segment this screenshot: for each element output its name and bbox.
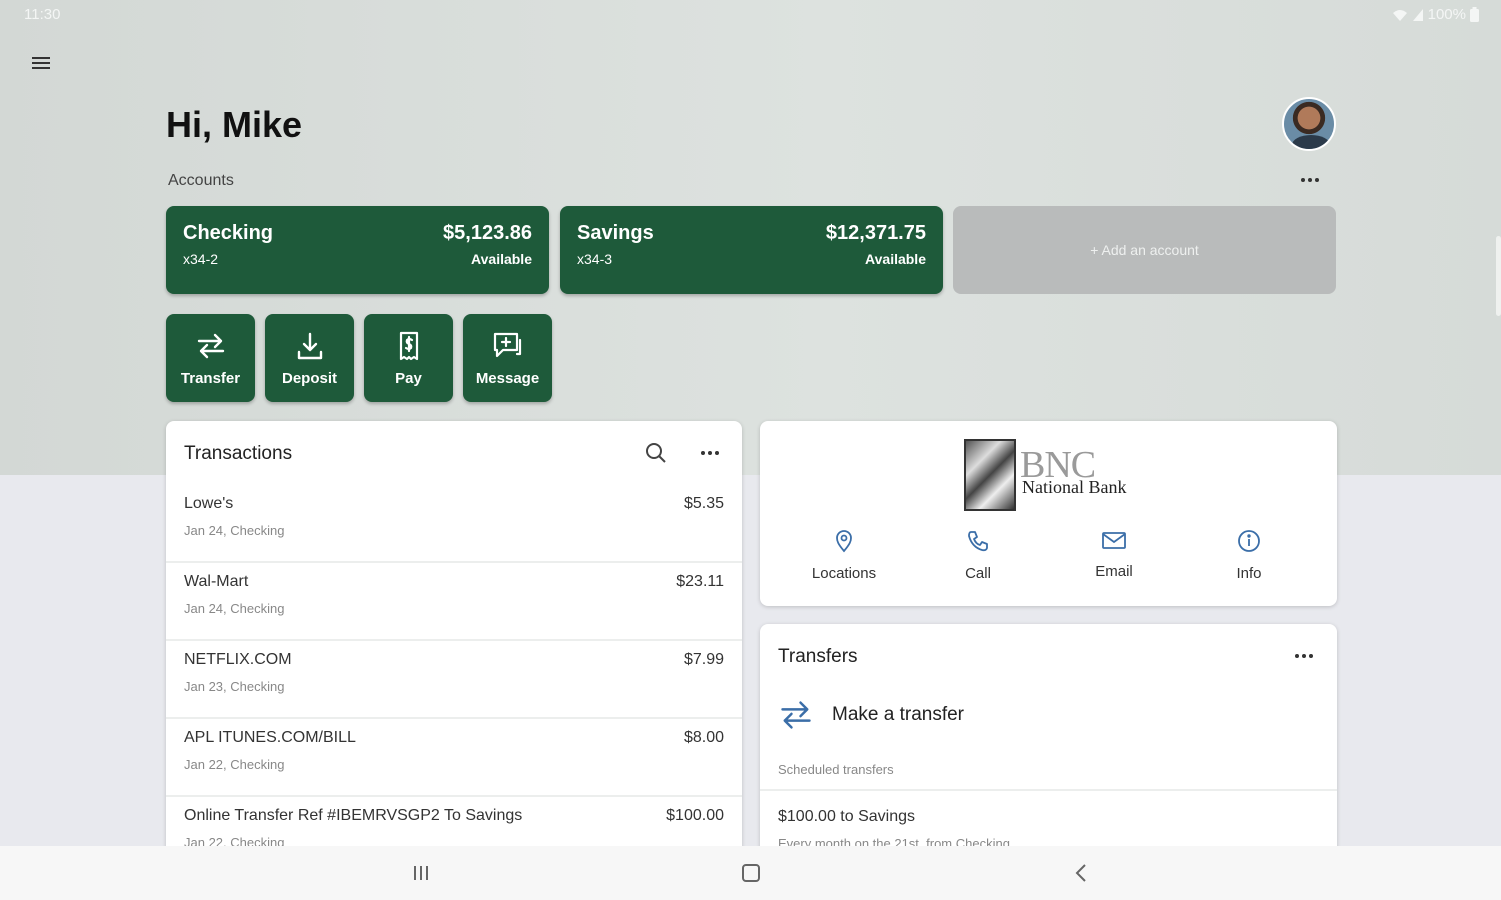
account-card-checking[interactable]: Checking x34-2 $5,123.86 Available [166, 206, 549, 294]
battery-percent: 100% [1427, 6, 1466, 23]
bank-logo-mark [964, 439, 1016, 511]
account-name: Checking [183, 222, 274, 244]
back-button[interactable] [1061, 858, 1101, 888]
avatar-shirt [1292, 135, 1330, 149]
bill-icon [399, 331, 418, 360]
transactions-panel: Transactions Lowe's Jan 24, Checking $5.… [166, 421, 742, 861]
transaction-row[interactable]: Wal-Mart Jan 24, Checking $23.11 [166, 563, 742, 641]
deposit-button[interactable]: Deposit [265, 314, 354, 402]
battery-icon [1470, 7, 1479, 22]
recent-apps-icon [414, 866, 428, 880]
transaction-amount: $100.00 [666, 807, 724, 824]
account-balance: $5,123.86 [443, 222, 532, 244]
status-time: 11:30 [24, 6, 61, 23]
deposit-label: Deposit [281, 369, 337, 387]
add-account-button[interactable]: + Add an account [953, 206, 1336, 294]
location-pin-icon [836, 530, 852, 553]
make-transfer-button[interactable]: Make a transfer [778, 694, 1078, 736]
info-button[interactable]: Info [1189, 529, 1309, 593]
transaction-merchant: APL ITUNES.COM/BILL [184, 729, 356, 746]
transaction-merchant: Wal-Mart [184, 573, 249, 590]
transaction-meta: Jan 23, Checking [184, 679, 285, 694]
email-button[interactable]: Email [1054, 529, 1174, 593]
scheduled-transfer-title[interactable]: $100.00 to Savings [778, 808, 915, 826]
transaction-amount: $8.00 [683, 729, 724, 746]
email-label: Email [1095, 563, 1133, 580]
transaction-merchant: Online Transfer Ref #IBEMRVSGP2 To Savin… [184, 807, 523, 824]
edge-panel-handle[interactable] [1496, 236, 1501, 316]
make-transfer-label: Make a transfer [832, 704, 964, 725]
account-balance: $12,371.75 [825, 222, 926, 244]
menu-button[interactable] [26, 48, 56, 78]
recent-apps-button[interactable] [401, 858, 441, 888]
divider [760, 789, 1337, 791]
transfer-icon [781, 701, 811, 729]
account-name: Savings [577, 222, 654, 244]
message-label: Message [475, 369, 540, 387]
wifi-icon [1392, 9, 1407, 21]
account-balance-label: Available [865, 251, 926, 267]
transfers-more-button[interactable] [1290, 642, 1318, 670]
scheduled-transfers-label: Scheduled transfers [778, 762, 894, 777]
account-number: x34-2 [183, 251, 219, 267]
transaction-row[interactable]: Lowe's Jan 24, Checking $5.35 [166, 485, 742, 563]
hamburger-menu-icon [32, 57, 50, 69]
transaction-row[interactable]: NETFLIX.COM Jan 23, Checking $7.99 [166, 641, 742, 719]
transaction-amount: $23.11 [676, 573, 724, 590]
transfer-icon [197, 333, 224, 358]
message-icon [493, 332, 521, 357]
home-button[interactable] [731, 858, 771, 888]
system-navigation-bar [0, 846, 1501, 900]
message-button[interactable]: Message [463, 314, 552, 402]
greeting-heading: Hi, Mike [166, 104, 303, 145]
transfer-button[interactable]: Transfer [166, 314, 255, 402]
transfer-label: Transfer [180, 369, 241, 387]
transaction-amount: $7.99 [683, 651, 724, 668]
accounts-label: Accounts [168, 172, 234, 189]
transaction-row[interactable]: APL ITUNES.COM/BILL Jan 22, Checking $8.… [166, 719, 742, 797]
phone-icon [968, 531, 988, 552]
back-icon [1075, 864, 1086, 882]
search-icon [646, 443, 666, 463]
transactions-search-button[interactable] [642, 439, 670, 467]
transactions-title: Transactions [184, 443, 293, 464]
transfers-title: Transfers [778, 646, 858, 667]
profile-avatar[interactable] [1282, 97, 1336, 151]
account-number: x34-3 [577, 251, 613, 267]
bank-logo: BNC National Bank [964, 439, 1134, 511]
info-label: Info [1236, 565, 1262, 582]
transaction-meta: Jan 24, Checking [184, 523, 285, 538]
transaction-merchant: NETFLIX.COM [184, 651, 292, 668]
status-bar: 11:30 100% [0, 0, 1501, 30]
call-button[interactable]: Call [918, 529, 1038, 593]
transaction-amount: $5.35 [683, 495, 724, 512]
info-icon [1238, 530, 1260, 552]
transaction-merchant: Lowe's [184, 495, 234, 512]
locations-button[interactable]: Locations [784, 529, 904, 593]
account-balance-label: Available [471, 251, 532, 267]
accounts-more-button[interactable] [1296, 168, 1324, 192]
mail-icon [1102, 532, 1126, 549]
bank-contact-panel: BNC National Bank Locations Call Email I… [760, 421, 1337, 606]
transfers-panel: Transfers Make a transfer Scheduled tran… [760, 624, 1337, 864]
transaction-meta: Jan 22, Checking [184, 757, 285, 772]
more-horizontal-icon [1295, 654, 1313, 658]
locations-label: Locations [811, 565, 877, 582]
pay-label: Pay [395, 369, 422, 387]
more-horizontal-icon [701, 451, 719, 455]
more-horizontal-icon [1301, 178, 1319, 182]
transactions-more-button[interactable] [696, 439, 724, 467]
call-label: Call [965, 565, 991, 582]
signal-icon [1412, 8, 1423, 21]
home-icon [742, 864, 760, 882]
download-icon [297, 332, 322, 359]
account-card-savings[interactable]: Savings x34-3 $12,371.75 Available [560, 206, 943, 294]
pay-button[interactable]: Pay [364, 314, 453, 402]
status-icons: 100% [1392, 6, 1479, 23]
transaction-meta: Jan 24, Checking [184, 601, 285, 616]
add-account-label: + Add an account [1090, 242, 1199, 258]
bank-logo-name: National Bank [1022, 477, 1127, 497]
